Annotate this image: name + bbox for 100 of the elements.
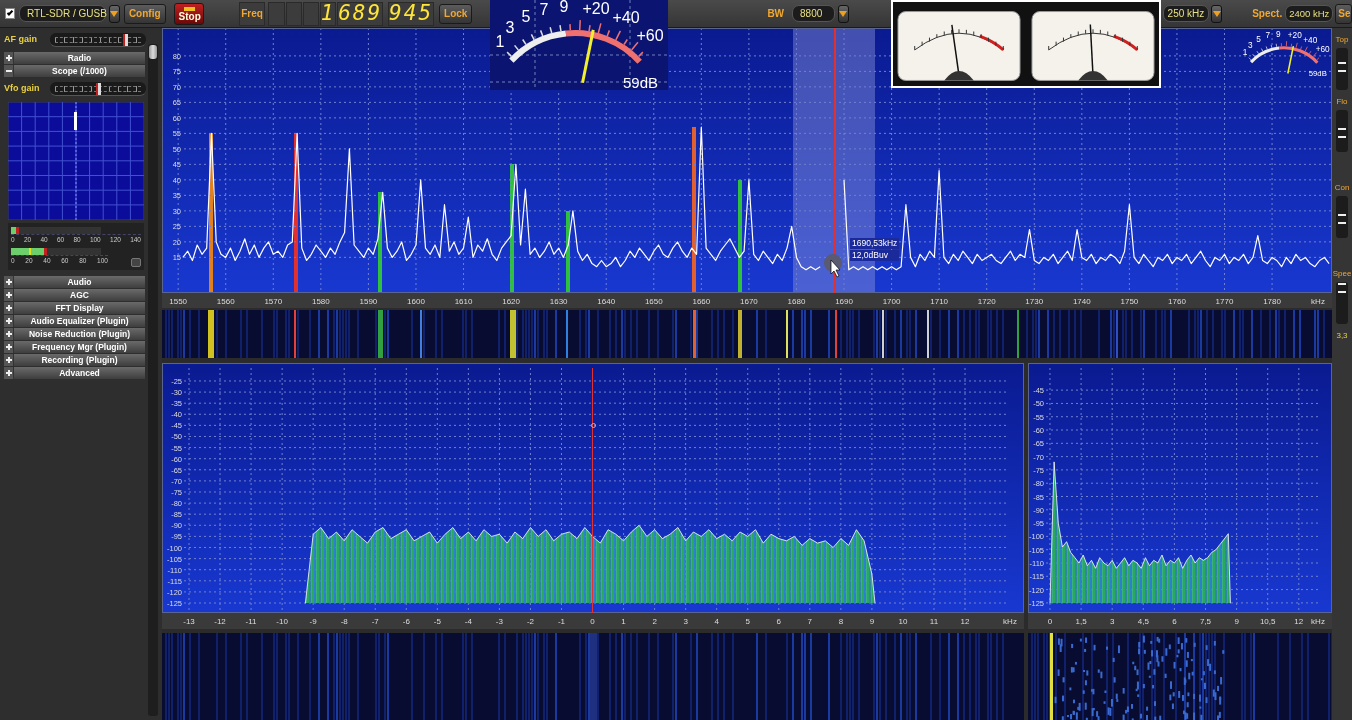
axis-label: 10,5 <box>1259 616 1276 626</box>
tooltip-text: 12,0dBuv <box>850 250 900 261</box>
axis-label: 1670 <box>740 297 758 306</box>
scale-label: +40 <box>612 9 640 26</box>
slider-label: Top <box>1335 34 1349 46</box>
scale-label: 3 <box>1248 40 1253 50</box>
scale-label: +40 <box>1303 35 1318 45</box>
gain-slider[interactable] <box>50 82 146 96</box>
scale-label: +60 <box>636 27 664 44</box>
axis-label: 1610 <box>454 297 473 306</box>
axis-label: -2 <box>526 616 534 626</box>
axis-label: -3 <box>495 616 503 626</box>
axis-label: -9 <box>309 616 317 626</box>
vertical-slider[interactable] <box>1336 196 1348 238</box>
frequency-digits[interactable]: 945 <box>388 1 435 26</box>
axis-label: 1730 <box>1025 297 1044 306</box>
axis-label: 12 <box>1294 616 1304 626</box>
section-header[interactable]: Advanced <box>4 367 145 379</box>
section-header[interactable]: Recording (Plugin) <box>4 354 145 366</box>
axis-label: 9 <box>869 616 875 626</box>
axis-label: 1780 <box>1263 297 1281 306</box>
config-button[interactable]: Config <box>123 3 166 24</box>
axis-label: -6 <box>402 616 410 626</box>
gain-label: Vfo gain <box>4 82 41 96</box>
digit-box <box>302 1 320 26</box>
axis-label: -12 <box>214 616 226 626</box>
section-header[interactable]: Frequency Mgr (Plugin) <box>4 341 145 353</box>
axis-label: 1 <box>621 616 626 626</box>
slider-thumb[interactable] <box>122 34 128 46</box>
axis-label: 4,5 <box>1137 616 1149 626</box>
vertical-slider[interactable] <box>1336 282 1348 324</box>
axis-label: 1590 <box>359 297 378 306</box>
section-header[interactable]: Audio Equalizer (Plugin) <box>4 315 145 327</box>
scale-label: +20 <box>1287 31 1302 40</box>
axis-label: -11 <box>245 616 257 626</box>
scale-label: 5 <box>1256 35 1261 45</box>
set-button[interactable]: Se <box>1335 3 1352 24</box>
slider-thumb[interactable] <box>96 83 102 95</box>
section-header[interactable]: FFT Display <box>4 302 145 314</box>
scale-label: 3 <box>505 19 515 36</box>
checkbox[interactable] <box>5 8 15 19</box>
frequency-label: Freq <box>238 1 266 26</box>
tooltip-text: 1690,53kHz <box>850 238 900 249</box>
gain-slider[interactable] <box>50 33 146 47</box>
frequency-digits[interactable]: 1 <box>320 1 337 26</box>
dropdown-button[interactable] <box>109 4 120 23</box>
digit-box <box>268 1 285 26</box>
axis-label: 1720 <box>977 297 996 306</box>
axis-label: 0 <box>1047 616 1053 626</box>
axis-label: 5 <box>745 616 750 626</box>
axis-label: 10 <box>898 616 908 626</box>
spectrum-width-label: Spect. <box>1252 7 1283 21</box>
axis-label: 2 <box>652 616 657 626</box>
meter-reading: 59dB <box>623 74 659 90</box>
axis-label: 1660 <box>692 297 711 306</box>
axis-label: 3 <box>683 616 688 626</box>
lock-button[interactable]: Lock <box>439 3 473 24</box>
small-button[interactable] <box>131 258 141 267</box>
axis-label: 1690 <box>835 297 853 306</box>
scale-label: 9 <box>1275 30 1281 39</box>
axis-label: 1,5 <box>1075 616 1087 626</box>
axis-label: 1550 <box>169 297 188 306</box>
axis-label: 1740 <box>1072 297 1091 306</box>
axis-label: 1630 <box>549 297 568 306</box>
axis-label: 6 <box>1172 616 1177 626</box>
axis-label: -4 <box>464 616 472 626</box>
scale-label: 7 <box>539 1 549 18</box>
span-field[interactable]: 250 kHz <box>1162 5 1210 22</box>
axis-label: 9 <box>1234 616 1239 626</box>
scrollbar[interactable] <box>148 44 158 716</box>
vertical-slider[interactable] <box>1336 48 1348 90</box>
axis-label: -8 <box>340 616 348 626</box>
section-header[interactable]: Audio <box>4 276 145 288</box>
section-header[interactable]: AGC <box>4 289 145 301</box>
spectrum-width-field[interactable]: 2400 kHz <box>1285 5 1334 22</box>
scale-label: 5 <box>521 8 531 25</box>
scale-label: 9 <box>559 0 569 15</box>
frequency-digits[interactable]: 689 <box>337 1 384 26</box>
axis-label: 1580 <box>311 297 330 306</box>
axis-label: 8 <box>838 616 844 626</box>
digit-box <box>285 1 302 26</box>
axis-label: 1710 <box>930 297 949 306</box>
section-header[interactable]: Radio <box>4 52 145 64</box>
slider-label: Con <box>1334 182 1350 194</box>
section-header[interactable]: Noise Reduction (Plugin) <box>4 328 145 340</box>
axis-label: -13 <box>183 616 195 626</box>
axis-label: 1560 <box>216 297 235 306</box>
vertical-slider[interactable] <box>1336 110 1348 152</box>
speed-value: 3,3 <box>1336 330 1348 342</box>
axis-label: 1760 <box>1168 297 1186 306</box>
axis-label: -5 <box>433 616 441 626</box>
device-select[interactable]: RTL-SDR / GUSB <box>19 5 106 22</box>
dropdown-button[interactable] <box>837 4 849 23</box>
bandwidth-field[interactable]: 8800 <box>792 5 835 22</box>
stop-button[interactable]: Stop <box>173 2 204 25</box>
axis-unit: kHz <box>1003 616 1017 626</box>
dropdown-button[interactable] <box>1211 4 1223 23</box>
axis-label: 6 <box>776 616 781 626</box>
axis-label: 1600 <box>407 297 425 306</box>
section-header[interactable]: Scope (/1000) <box>4 65 145 77</box>
